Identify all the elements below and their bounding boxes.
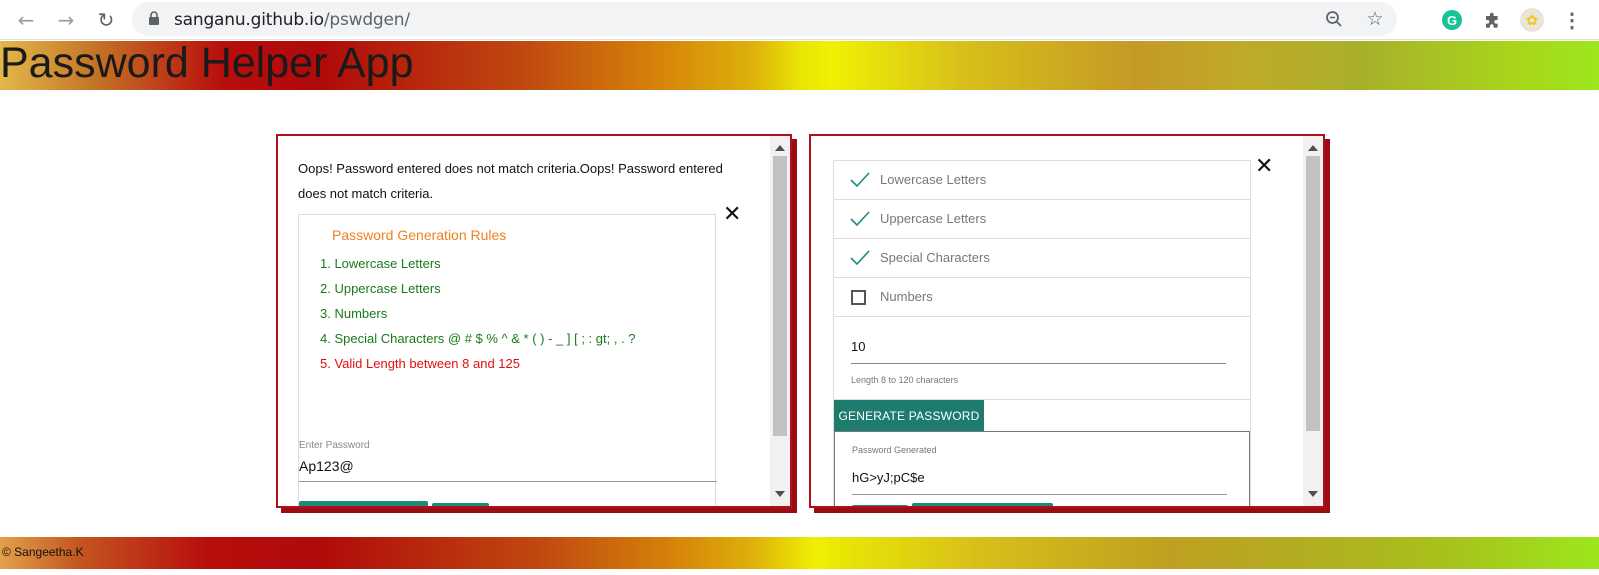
password-input[interactable]: Ap123@: [299, 458, 354, 474]
rule-item-uppercase: 2. Uppercase Letters: [320, 281, 441, 296]
scroll-up-arrow-icon[interactable]: [1308, 145, 1318, 151]
rules-list: 1. Lowercase Letters 2. Uppercase Letter…: [320, 251, 636, 376]
rules-box: Password Generation Rules 1. Lowercase L…: [298, 214, 717, 506]
back-arrow-icon[interactable]: ←: [12, 6, 40, 34]
browser-toolbar: ← → ↻ sanganu.github.io/pswdgen/ ☆ G ✿ ⋮: [0, 0, 1599, 40]
error-message: Oops! Password entered does not match cr…: [298, 161, 723, 201]
checkmark-icon[interactable]: [850, 249, 870, 267]
checkmark-icon[interactable]: [850, 171, 870, 189]
scroll-down-arrow-icon[interactable]: [1308, 491, 1318, 497]
option-uppercase[interactable]: Uppercase Letters: [834, 200, 1250, 239]
option-label: Special Characters: [880, 250, 990, 265]
option-special[interactable]: Special Characters: [834, 239, 1250, 278]
generated-password-output[interactable]: hG>yJ;pC$e: [852, 470, 925, 485]
copy-button[interactable]: [852, 505, 908, 506]
validate-button[interactable]: [299, 501, 428, 506]
rules-title: Password Generation Rules: [332, 227, 507, 243]
rule-item-length: 5. Valid Length between 8 and 125: [320, 356, 520, 371]
generate-row: GENERATE PASSWORD: [834, 400, 1250, 431]
scrollbar[interactable]: [1303, 136, 1323, 506]
close-icon[interactable]: ✕: [723, 204, 741, 226]
scrollbar[interactable]: [770, 136, 790, 506]
length-field: 10 Length 8 to 120 characters: [834, 317, 1250, 400]
generated-password-underline: [852, 494, 1227, 495]
rule-item-numbers: 3. Numbers: [320, 306, 388, 321]
grammarly-extension-icon[interactable]: G: [1440, 8, 1464, 32]
generated-password-box: Password Generated hG>yJ;pC$e: [834, 431, 1250, 506]
profile-avatar[interactable]: ✿: [1520, 8, 1544, 32]
scroll-thumb[interactable]: [1306, 156, 1320, 431]
options-box: Lowercase Letters Uppercase Letters Spec…: [833, 160, 1251, 506]
footer: © Sangeetha.K: [0, 537, 1599, 569]
generate-password-button[interactable]: GENERATE PASSWORD: [834, 400, 984, 431]
option-numbers[interactable]: Numbers: [834, 278, 1250, 317]
app-header: Password Helper App: [0, 39, 1599, 90]
length-input-underline: [851, 363, 1226, 364]
password-input-underline: [299, 481, 717, 482]
scroll-down-arrow-icon[interactable]: [775, 491, 785, 497]
password-validator-panel: Oops! Password entered does not match cr…: [276, 134, 792, 508]
option-label: Lowercase Letters: [880, 172, 987, 187]
validate-generated-button[interactable]: [912, 503, 1053, 506]
option-label: Uppercase Letters: [880, 211, 987, 226]
lock-icon: [149, 11, 159, 25]
option-lowercase[interactable]: Lowercase Letters: [834, 161, 1250, 200]
checkbox-unchecked[interactable]: [851, 290, 866, 305]
generated-password-label: Password Generated: [852, 445, 937, 455]
url-path: /pswdgen/: [323, 10, 410, 30]
option-label: Numbers: [880, 289, 933, 304]
rule-item-lowercase: 1. Lowercase Letters: [320, 256, 441, 271]
scroll-up-arrow-icon[interactable]: [775, 145, 785, 151]
rule-item-special: 4. Special Characters @ # $ % ^ & * ( ) …: [320, 331, 636, 346]
clear-button[interactable]: [432, 503, 489, 506]
bookmark-star-icon[interactable]: ☆: [1363, 7, 1387, 31]
password-generator-panel: ✕ Lowercase Letters Uppercase Letters Sp…: [809, 134, 1325, 508]
app-title: Password Helper App: [0, 39, 414, 87]
address-bar[interactable]: sanganu.github.io/pswdgen/ ☆: [132, 2, 1397, 36]
url-host: sanganu.github.io: [174, 10, 324, 30]
length-input[interactable]: 10: [851, 339, 865, 354]
url-text: sanganu.github.io/pswdgen/: [174, 10, 410, 30]
browser-menu-icon[interactable]: ⋮: [1560, 8, 1584, 32]
zoom-icon[interactable]: [1322, 7, 1346, 31]
extensions-puzzle-icon[interactable]: [1480, 8, 1504, 32]
scroll-thumb[interactable]: [773, 156, 787, 436]
copyright-text: © Sangeetha.K: [2, 545, 84, 559]
checkmark-icon[interactable]: [850, 210, 870, 228]
reload-icon[interactable]: ↻: [92, 6, 120, 34]
password-input-label: Enter Password: [299, 440, 370, 451]
close-icon[interactable]: ✕: [1255, 156, 1273, 178]
length-hint: Length 8 to 120 characters: [851, 375, 959, 385]
forward-arrow-icon[interactable]: →: [52, 6, 80, 34]
